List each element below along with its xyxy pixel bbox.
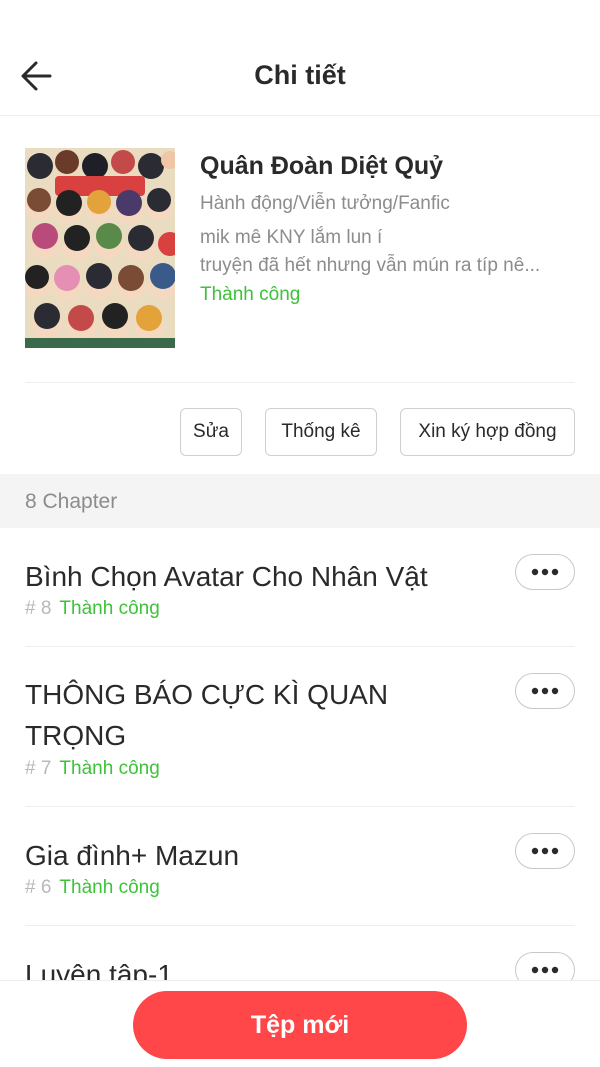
chapter-meta: # 7 Thành công [25, 758, 160, 780]
more-options-button[interactable] [515, 673, 575, 709]
chapter-title: Gia đình+ Mazun [25, 840, 240, 871]
more-horizontal-icon [531, 568, 559, 576]
stats-button[interactable]: Thống kê [265, 408, 377, 456]
chapter-row[interactable]: THÔNG BÁO CỰC KÌ QUAN TRỌNG # 7 Thành côn… [0, 647, 600, 807]
new-chapter-button[interactable]: Tệp mới [133, 991, 467, 1059]
book-description: mik mê KNY lắm lun í truyện đã hết nhưng… [200, 224, 572, 280]
book-title: Quân Đoàn Diệt Quỷ [200, 152, 444, 180]
more-options-button[interactable] [515, 554, 575, 590]
chapter-number: # 6 [25, 877, 52, 898]
chapter-row[interactable]: Luyện tập-1 [0, 926, 600, 990]
chapter-status: Thành công [59, 598, 160, 619]
chapter-status: Thành công [59, 877, 160, 898]
chapter-number: # 7 [25, 758, 52, 779]
more-options-button[interactable] [515, 833, 575, 869]
bottom-action-bar: Tệp mới [0, 980, 600, 1067]
chapter-title: Bình Chọn Avatar Cho Nhân Vật [25, 561, 428, 592]
request-contract-button[interactable]: Xin ký hợp đồng [400, 408, 575, 456]
chapter-title: THÔNG BÁO CỰC KÌ QUAN TRỌNG [25, 679, 389, 751]
top-app-bar: Chi tiết [0, 0, 600, 116]
edit-button[interactable]: Sửa [180, 408, 242, 456]
chapter-meta: # 6 Thành công [25, 877, 160, 899]
chapter-row[interactable]: Bình Chọn Avatar Cho Nhân Vật # 8 Thành c… [0, 528, 600, 648]
page-title: Chi tiết [254, 60, 346, 90]
more-horizontal-icon [531, 847, 559, 855]
more-horizontal-icon [531, 687, 559, 695]
book-description-line-1: mik mê KNY lắm lun í [200, 227, 383, 248]
divider [25, 382, 575, 383]
chapter-row[interactable]: Gia đình+ Mazun # 6 Thành công [0, 807, 600, 927]
cover-illustration [25, 148, 175, 348]
book-cover-image[interactable] [25, 148, 175, 348]
chapter-status: Thành công [59, 758, 160, 779]
screen: Chi tiết Quân Đoàn Diệt Quỷ Hành động/Vi… [0, 0, 600, 1067]
chapter-meta: # 8 Thành công [25, 598, 160, 620]
chapter-number: # 8 [25, 598, 52, 619]
chapter-count: 8 Chapter [25, 490, 118, 513]
book-status: Thành công [200, 284, 301, 305]
book-description-line-2: truyện đã hết nhưng vẫn mún ra típ nê... [200, 255, 541, 276]
book-genre: Hành động/Viễn tưởng/Fanfic [200, 193, 450, 214]
chapter-count-bar: 8 Chapter [0, 474, 600, 528]
